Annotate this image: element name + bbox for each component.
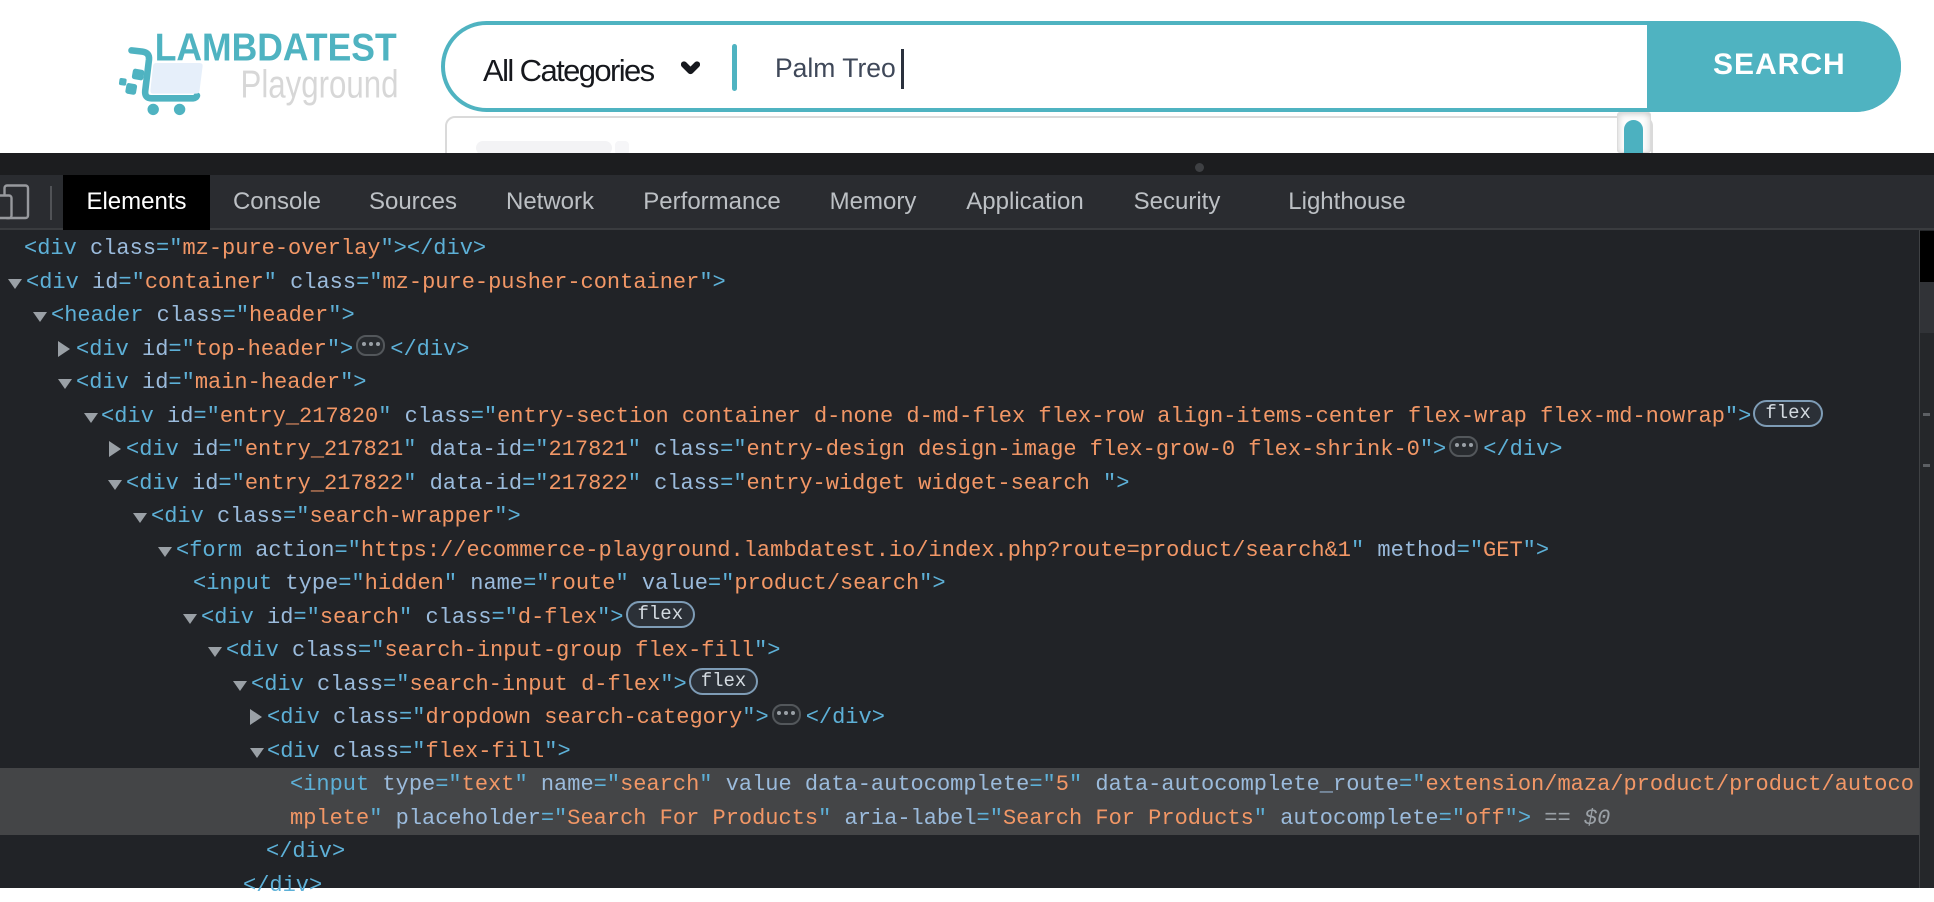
svg-text:Playground: Playground xyxy=(241,64,399,107)
